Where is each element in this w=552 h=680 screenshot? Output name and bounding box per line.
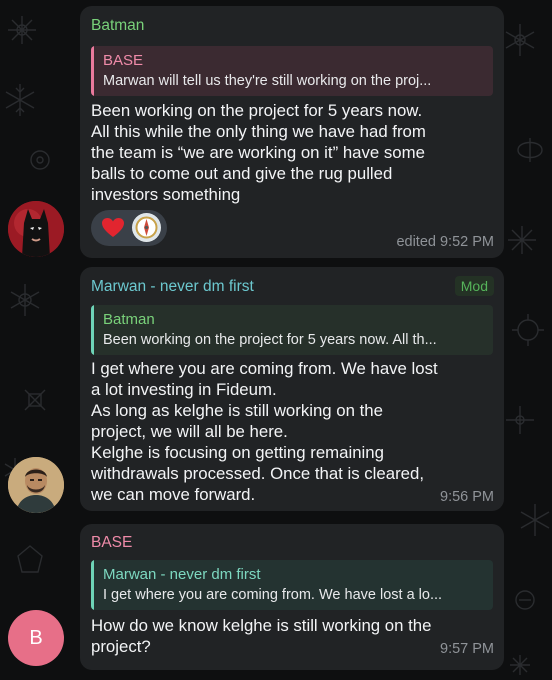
sender-name[interactable]: BASE <box>91 534 132 552</box>
message-text-line: How do we know kelghe is still working o… <box>91 616 432 635</box>
mod-badge: Mod <box>454 276 494 296</box>
reply-author: BASE <box>103 52 144 69</box>
reply-text: I get where you are coming from. We have… <box>103 587 443 603</box>
message-text-line: we can move forward. <box>91 485 256 504</box>
message-text-line: Been working on the project for 5 years … <box>91 101 423 120</box>
reply-text: Marwan will tell us they're still workin… <box>103 73 432 89</box>
message-text-line: All this while the only thing we have ha… <box>91 122 426 141</box>
message-text-line: I get where you are coming from. We have… <box>91 359 438 378</box>
batman-avatar[interactable] <box>8 201 64 257</box>
message-text-line: investors something <box>91 185 241 204</box>
message-bubble[interactable]: Marwan - never dm first Mod Batman Been … <box>80 267 504 511</box>
sender-name[interactable]: Marwan - never dm first <box>91 278 254 296</box>
avatar-letter: B <box>29 626 43 649</box>
message-text-line: balls to come out and give the rug pulle… <box>91 164 393 183</box>
message-timestamp: edited 9:52 PM <box>396 234 494 250</box>
message-text-line: the team is “we are working on it” have … <box>91 143 425 162</box>
reaction-bar[interactable] <box>91 210 167 246</box>
message-text-line: withdrawals processed. Once that is clea… <box>91 464 424 483</box>
reply-quote[interactable]: BASE Marwan will tell us they're still w… <box>91 46 493 96</box>
base-avatar[interactable]: B <box>8 610 64 666</box>
sender-name[interactable]: Batman <box>91 17 144 35</box>
marwan-avatar[interactable] <box>8 457 64 513</box>
batman-avatar-image <box>8 201 64 257</box>
message-text-line: Kelghe is focusing on getting remaining <box>91 443 384 462</box>
message-timestamp: 9:57 PM <box>440 641 494 657</box>
reply-author: Marwan - never dm first <box>103 566 261 583</box>
message-text-line: a lot investing in Fideum. <box>91 380 277 399</box>
message-timestamp: 9:56 PM <box>440 489 494 505</box>
message-bubble[interactable]: Batman BASE Marwan will tell us they're … <box>80 6 504 258</box>
message-text-line: project? <box>91 637 151 656</box>
marwan-avatar-image <box>8 457 64 513</box>
reply-quote[interactable]: Marwan - never dm first I get where you … <box>91 560 493 610</box>
message-bubble[interactable]: BASE Marwan - never dm first I get where… <box>80 524 504 670</box>
heart-icon[interactable] <box>101 216 125 240</box>
reply-quote[interactable]: Batman Been working on the project for 5… <box>91 305 493 355</box>
message-text-line: As long as kelghe is still working on th… <box>91 401 383 420</box>
reply-text: Been working on the project for 5 years … <box>103 332 437 348</box>
compass-icon[interactable] <box>132 213 161 242</box>
reply-author: Batman <box>103 311 155 328</box>
message-text-line: project, we will all be here. <box>91 422 288 441</box>
